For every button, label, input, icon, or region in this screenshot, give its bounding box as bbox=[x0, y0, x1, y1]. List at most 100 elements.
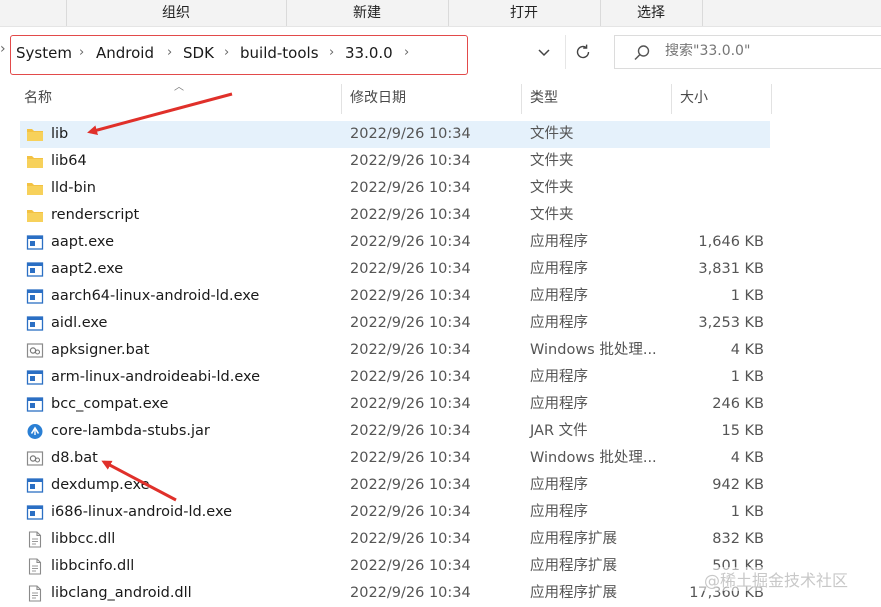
file-row[interactable]: d8.bat 2022/9/26 10:34 Windows 批处理... 4 KB bbox=[20, 445, 770, 472]
file-row[interactable]: bcc_compat.exe 2022/9/26 10:34 应用程序 246 KB bbox=[20, 391, 770, 418]
chevron-right-icon[interactable]: › bbox=[79, 45, 84, 60]
search-input[interactable] bbox=[665, 43, 865, 59]
file-modified-date: 2022/9/26 10:34 bbox=[350, 234, 471, 250]
column-header-type[interactable]: 类型 bbox=[530, 84, 558, 114]
file-type: 应用程序 bbox=[530, 396, 588, 412]
column-resize-handle[interactable] bbox=[771, 84, 772, 114]
file-type: 应用程序 bbox=[530, 288, 588, 304]
address-dropdown-button[interactable] bbox=[530, 39, 558, 67]
address-bar[interactable]: System › Android › SDK › build-tools › 3… bbox=[10, 35, 468, 75]
column-header-size[interactable]: 大小 bbox=[680, 84, 708, 114]
file-name: aapt.exe bbox=[51, 234, 114, 250]
chevron-right-icon[interactable]: › bbox=[329, 45, 334, 60]
file-name: aarch64-linux-android-ld.exe bbox=[51, 288, 260, 304]
chevron-right-icon[interactable]: › bbox=[404, 45, 409, 60]
file-row[interactable]: lib64 2022/9/26 10:34 文件夹 bbox=[20, 148, 770, 175]
file-type: 应用程序 bbox=[530, 477, 588, 493]
command-ribbon: 组织 新建 打开 选择 bbox=[0, 0, 881, 27]
file-modified-date: 2022/9/26 10:34 bbox=[350, 261, 471, 277]
file-name: bcc_compat.exe bbox=[51, 396, 169, 412]
file-name: lib64 bbox=[51, 153, 87, 169]
file-name: libclang_android.dll bbox=[51, 585, 192, 601]
file-modified-date: 2022/9/26 10:34 bbox=[350, 207, 471, 223]
file-size: 15 KB bbox=[721, 423, 764, 439]
file-name: i686-linux-android-ld.exe bbox=[51, 504, 233, 520]
file-type: 文件夹 bbox=[530, 180, 574, 196]
chevron-right-icon[interactable]: › bbox=[224, 45, 229, 60]
file-modified-date: 2022/9/26 10:34 bbox=[350, 180, 471, 196]
file-row[interactable]: apksigner.bat 2022/9/26 10:34 Windows 批处理.… bbox=[20, 337, 770, 364]
file-size: 3,253 KB bbox=[698, 315, 764, 331]
column-resize-handle[interactable] bbox=[671, 84, 672, 114]
crumb-33-0-0[interactable]: 33.0.0 bbox=[345, 44, 393, 62]
file-type: 应用程序 bbox=[530, 504, 588, 520]
file-name: aapt2.exe bbox=[51, 261, 124, 277]
file-modified-date: 2022/9/26 10:34 bbox=[350, 531, 471, 547]
file-row[interactable]: i686-linux-android-ld.exe 2022/9/26 10:34… bbox=[20, 499, 770, 526]
file-row[interactable]: libbcc.dll 2022/9/26 10:34 应用程序扩展 832 KB bbox=[20, 526, 770, 553]
crumb-android[interactable]: Android bbox=[96, 44, 154, 62]
file-size: 832 KB bbox=[712, 531, 764, 547]
file-size: 4 KB bbox=[730, 450, 764, 466]
file-row[interactable]: lib 2022/9/26 10:34 文件夹 bbox=[20, 121, 770, 148]
file-modified-date: 2022/9/26 10:34 bbox=[350, 477, 471, 493]
sort-ascending-icon: ︿ bbox=[174, 82, 184, 93]
crumb-sdk[interactable]: SDK bbox=[183, 44, 214, 62]
file-modified-date: 2022/9/26 10:34 bbox=[350, 585, 471, 601]
file-type: 文件夹 bbox=[530, 207, 574, 223]
file-row[interactable]: libclang_android.dll 2022/9/26 10:34 应用程序扩… bbox=[20, 580, 770, 607]
file-name: arm-linux-androideabi-ld.exe bbox=[51, 369, 261, 385]
file-row[interactable]: aarch64-linux-android-ld.exe 2022/9/26 10… bbox=[20, 283, 770, 310]
file-row[interactable]: aidl.exe 2022/9/26 10:34 应用程序 3,253 KB bbox=[20, 310, 770, 337]
column-resize-handle[interactable] bbox=[341, 84, 342, 114]
file-name: dexdump.exe bbox=[51, 477, 150, 493]
ribbon-organize[interactable]: 组织 bbox=[67, 0, 285, 26]
file-size: 246 KB bbox=[712, 396, 764, 412]
ribbon-select[interactable]: 选择 bbox=[601, 0, 701, 26]
file-type: 应用程序扩展 bbox=[530, 558, 617, 574]
file-name: libbcc.dll bbox=[51, 531, 116, 547]
chevron-right-icon[interactable]: › bbox=[167, 45, 172, 60]
crumb-build-tools[interactable]: build-tools bbox=[240, 44, 319, 62]
refresh-button[interactable] bbox=[565, 35, 600, 69]
ribbon-new[interactable]: 新建 bbox=[287, 0, 447, 26]
file-size: 942 KB bbox=[712, 477, 764, 493]
file-size: 1 KB bbox=[730, 288, 764, 304]
file-size: 1,646 KB bbox=[698, 234, 764, 250]
file-row[interactable]: lld-bin 2022/9/26 10:34 文件夹 bbox=[20, 175, 770, 202]
file-name: apksigner.bat bbox=[51, 342, 150, 358]
file-row[interactable]: arm-linux-androideabi-ld.exe 2022/9/26 10… bbox=[20, 364, 770, 391]
chevron-right-icon[interactable]: › bbox=[0, 41, 6, 57]
file-name: core-lambda-stubs.jar bbox=[51, 423, 210, 439]
column-header-date[interactable]: 修改日期 bbox=[350, 84, 406, 114]
file-row[interactable]: core-lambda-stubs.jar 2022/9/26 10:34 JAR … bbox=[20, 418, 770, 445]
crumb-system[interactable]: System bbox=[16, 44, 72, 62]
refresh-icon bbox=[576, 44, 590, 59]
file-modified-date: 2022/9/26 10:34 bbox=[350, 504, 471, 520]
file-type: 应用程序扩展 bbox=[530, 531, 617, 547]
file-row[interactable]: libbcinfo.dll 2022/9/26 10:34 应用程序扩展 501 KB bbox=[20, 553, 770, 580]
column-header-row: ︿ 名称 修改日期 类型 大小 bbox=[0, 82, 881, 114]
chevron-down-icon bbox=[538, 49, 550, 57]
file-type: JAR 文件 bbox=[530, 423, 588, 439]
file-row[interactable]: aapt2.exe 2022/9/26 10:34 应用程序 3,831 KB bbox=[20, 256, 770, 283]
watermark: @稀土掘金技术社区 bbox=[700, 567, 853, 591]
file-size: 3,831 KB bbox=[698, 261, 764, 277]
file-name: lib bbox=[51, 126, 69, 142]
column-resize-handle[interactable] bbox=[521, 84, 522, 114]
file-name: d8.bat bbox=[51, 450, 98, 466]
search-box[interactable] bbox=[614, 35, 881, 69]
file-row[interactable]: dexdump.exe 2022/9/26 10:34 应用程序 942 KB bbox=[20, 472, 770, 499]
file-row[interactable]: renderscript 2022/9/26 10:34 文件夹 bbox=[20, 202, 770, 229]
file-modified-date: 2022/9/26 10:34 bbox=[350, 315, 471, 331]
column-header-name[interactable]: 名称 bbox=[24, 84, 52, 114]
file-type: 文件夹 bbox=[530, 153, 574, 169]
file-type: 应用程序 bbox=[530, 234, 588, 250]
file-size: 4 KB bbox=[730, 342, 764, 358]
ribbon-open[interactable]: 打开 bbox=[449, 0, 599, 26]
file-name: renderscript bbox=[51, 207, 140, 223]
file-row[interactable]: aapt.exe 2022/9/26 10:34 应用程序 1,646 KB bbox=[20, 229, 770, 256]
file-modified-date: 2022/9/26 10:34 bbox=[350, 369, 471, 385]
file-size: 1 KB bbox=[730, 504, 764, 520]
file-type: 文件夹 bbox=[530, 126, 574, 142]
